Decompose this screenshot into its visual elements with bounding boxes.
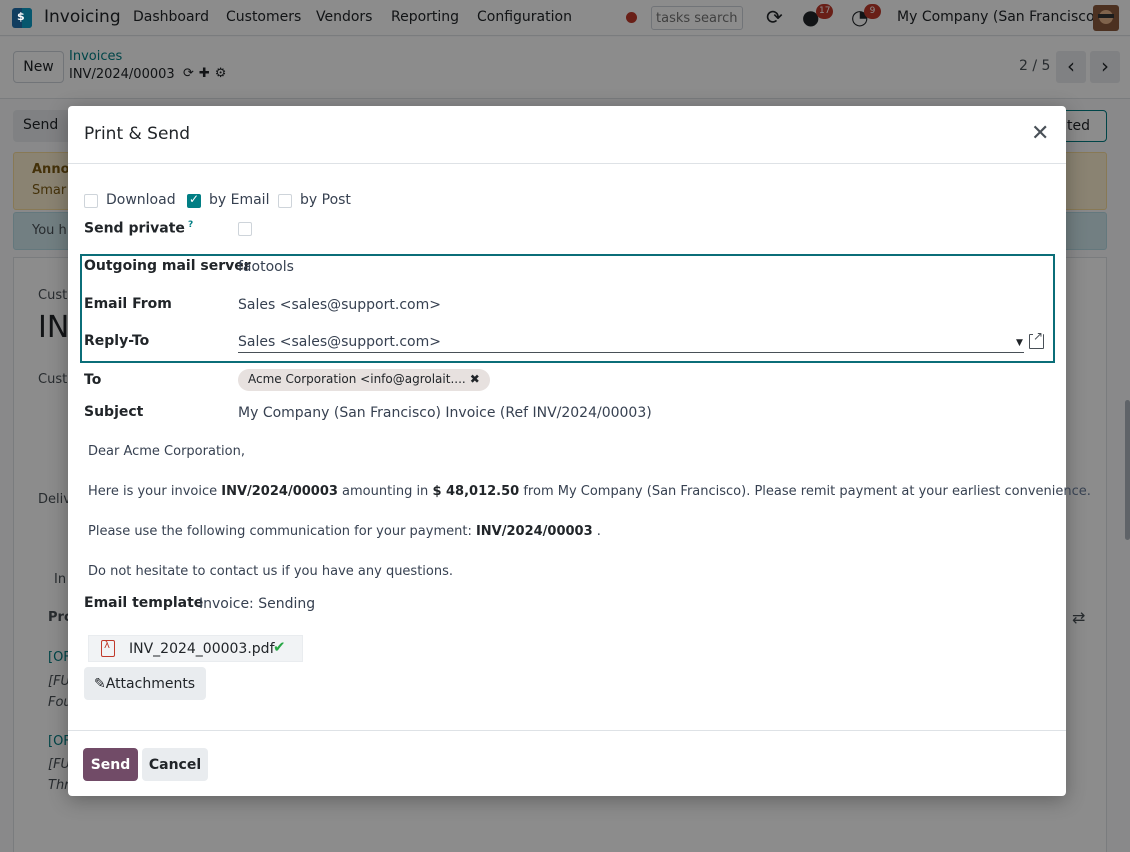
body-paragraph-3[interactable]: Do not hesitate to contact us if you hav… — [88, 564, 453, 579]
email-from-value[interactable]: Sales <sales@support.com> — [238, 297, 441, 313]
subject-label: Subject — [84, 404, 144, 420]
reply-to-input[interactable]: Sales <sales@support.com> — [238, 334, 441, 350]
to-label: To — [84, 372, 102, 388]
checkmark-icon: ✔ — [273, 638, 286, 656]
email-template-label: Email template — [84, 595, 204, 611]
body-greeting[interactable]: Dear Acme Corporation, — [88, 444, 245, 459]
send-button[interactable]: Send — [83, 748, 138, 781]
attachment-chip[interactable]: INV_2024_00003.pdf ✔ — [88, 635, 303, 662]
close-icon[interactable]: ✕ — [1031, 122, 1049, 146]
dialog-title: Print & Send — [84, 124, 190, 144]
dropdown-caret-icon[interactable]: ▼ — [1016, 338, 1023, 348]
remove-tag-icon[interactable]: ✖ — [470, 372, 480, 386]
attachment-filename: INV_2024_00003.pdf — [129, 641, 275, 657]
external-link-icon[interactable] — [1029, 329, 1044, 349]
recipient-tag[interactable]: Acme Corporation <info@agrolait.... ✖ — [238, 369, 490, 391]
cancel-button[interactable]: Cancel — [142, 748, 208, 781]
by-email-checkbox[interactable] — [187, 192, 201, 208]
subject-input[interactable]: My Company (San Francisco) Invoice (Ref … — [238, 405, 652, 421]
email-template-value[interactable]: Invoice: Sending — [199, 596, 315, 612]
recipient-tag-text: Acme Corporation <info@agrolait.... — [248, 372, 466, 386]
by-email-label[interactable]: by Email — [209, 192, 269, 208]
send-private-label: Send private? — [84, 220, 194, 237]
download-label[interactable]: Download — [106, 192, 176, 208]
body-paragraph-2[interactable]: Please use the following communication f… — [88, 524, 601, 539]
body-paragraph-1[interactable]: Here is your invoice INV/2024/00003 amou… — [88, 484, 1091, 499]
paperclip-icon: ✎ — [94, 675, 106, 692]
attachments-button[interactable]: ✎Attachments — [84, 667, 206, 700]
pdf-file-icon — [101, 640, 115, 657]
email-from-label: Email From — [84, 296, 172, 312]
by-post-checkbox[interactable] — [278, 194, 292, 208]
reply-to-label: Reply-To — [84, 333, 150, 349]
print-send-dialog: Print & Send ✕ Download by Email by Post… — [68, 106, 1091, 796]
send-private-checkbox[interactable] — [238, 222, 252, 236]
by-post-label[interactable]: by Post — [300, 192, 351, 208]
reply-to-underline — [238, 352, 1024, 353]
dialog-header: Print & Send ✕ — [68, 106, 1066, 164]
dialog-footer: Send Cancel — [68, 730, 1066, 796]
outgoing-mail-server-label: Outgoing mail server — [84, 258, 251, 274]
help-icon[interactable]: ? — [188, 220, 193, 230]
outgoing-mail-server-value[interactable]: faotools — [238, 259, 294, 275]
download-checkbox[interactable] — [84, 194, 98, 208]
